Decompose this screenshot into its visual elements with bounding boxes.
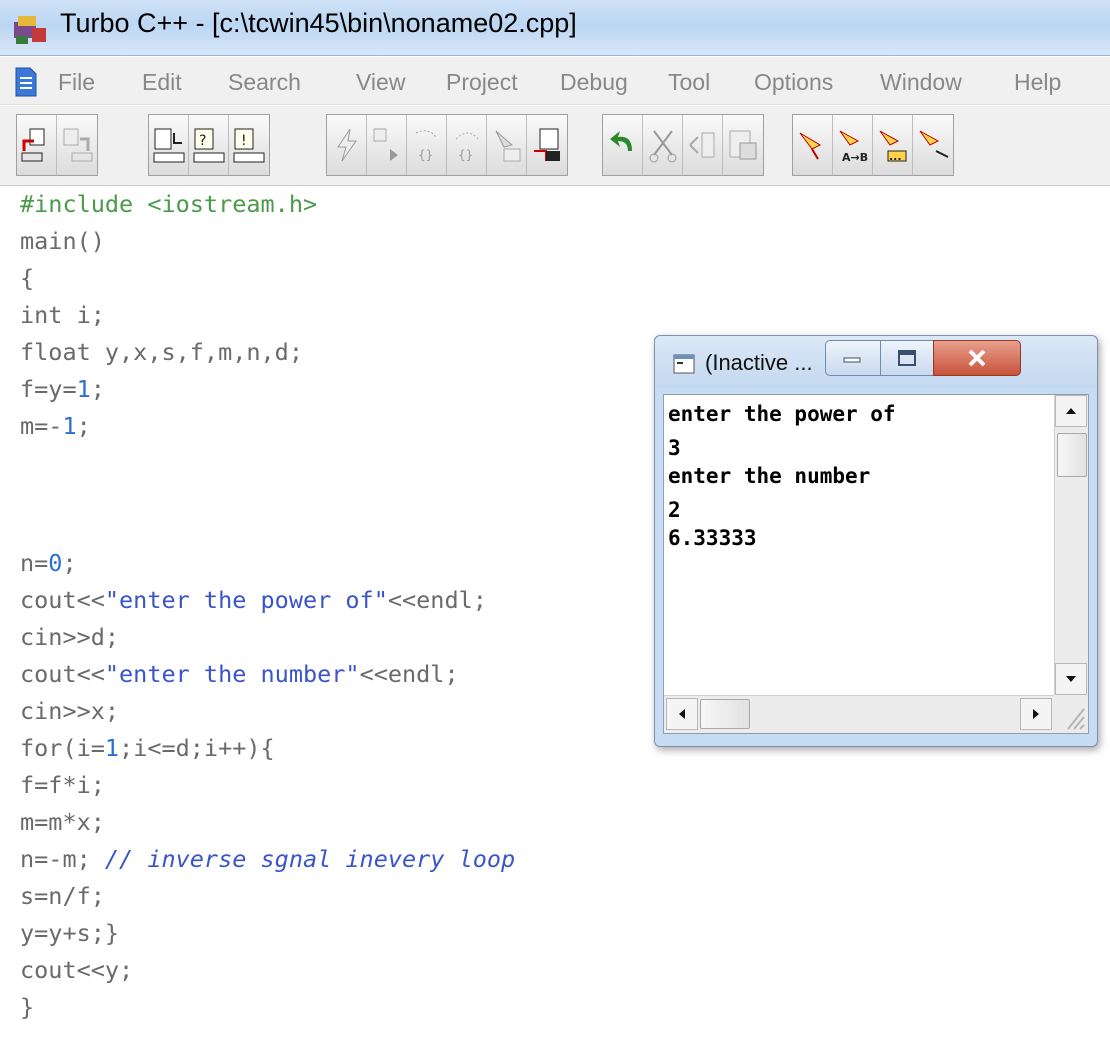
code-line: n=0; [20, 549, 77, 577]
svg-text:!: ! [241, 133, 247, 149]
code-line: cin>>x; [20, 697, 120, 725]
evaluate-icon[interactable] [527, 115, 567, 175]
horizontal-scroll-thumb[interactable] [700, 699, 750, 729]
console-title: (Inactive ... [705, 350, 813, 375]
toolbar-group-edit [602, 114, 764, 176]
svg-text:...: ... [889, 150, 902, 163]
toolbar-group-compile: ? ! [148, 114, 270, 176]
replace-icon[interactable]: A→B [833, 115, 873, 175]
trace-icon[interactable]: {} [407, 115, 447, 175]
document-icon[interactable] [14, 67, 38, 97]
window-title: Turbo C++ - [c:\tcwin45\bin\noname02.cpp… [60, 8, 577, 38]
menu-window[interactable]: Window [880, 69, 962, 96]
make-icon[interactable]: ? [189, 115, 229, 175]
menu-view[interactable]: View [356, 69, 405, 96]
menu-tool[interactable]: Tool [668, 69, 710, 96]
code-line: for(i=1;i<=d;i++){ [20, 734, 275, 762]
build-icon[interactable]: ! [229, 115, 269, 175]
close-project-icon[interactable] [57, 115, 97, 175]
arrow-down-icon [1066, 676, 1076, 682]
svg-text:{}: {} [418, 148, 433, 162]
menu-file[interactable]: File [58, 69, 95, 96]
toolbar-group-search: A→B ... [792, 114, 954, 176]
horizontal-scrollbar[interactable] [664, 695, 1056, 733]
close-button[interactable] [933, 340, 1021, 376]
copy-icon[interactable] [683, 115, 723, 175]
svg-text:?: ? [199, 133, 206, 149]
code-line: m=m*x; [20, 808, 105, 836]
menu-options[interactable]: Options [754, 69, 833, 96]
scroll-left-button[interactable] [666, 698, 698, 730]
toolbar-group-debug: {} {} [326, 114, 568, 176]
toolbar-group-project [16, 114, 98, 176]
code-line: { [20, 264, 35, 292]
console-line: 6.33333 [668, 526, 757, 550]
code-line: cout<<"enter the number"<<endl; [20, 660, 459, 688]
browse-icon[interactable] [913, 115, 953, 175]
scroll-right-button[interactable] [1020, 698, 1052, 730]
console-window[interactable]: (Inactive ... enter the power of 3 enter… [654, 335, 1098, 747]
cut-icon[interactable] [643, 115, 683, 175]
code-line: n=-m; // inverse sgnal inevery loop [20, 845, 516, 873]
menu-debug[interactable]: Debug [560, 69, 628, 96]
scroll-down-button[interactable] [1055, 663, 1087, 695]
vertical-scrollbar[interactable] [1054, 395, 1088, 697]
step-into-icon[interactable] [367, 115, 407, 175]
menu-edit[interactable]: Edit [142, 69, 182, 96]
title-bar: Turbo C++ - [c:\tcwin45\bin\noname02.cpp… [0, 0, 1110, 56]
search-again-icon[interactable]: ... [873, 115, 913, 175]
code-line: f=f*i; [20, 771, 105, 799]
code-line: cin>>d; [20, 623, 120, 651]
console-output-area[interactable]: enter the power of 3 enter the number 2 … [663, 394, 1089, 734]
search-icon[interactable] [793, 115, 833, 175]
code-line: m=-1; [20, 412, 91, 440]
console-line: enter the power of [668, 402, 896, 426]
menu-help[interactable]: Help [1014, 69, 1061, 96]
svg-text:A→B: A→B [842, 151, 868, 164]
maximize-icon [898, 350, 916, 366]
arrow-right-icon [1033, 709, 1039, 719]
toolbar: ? ! {} {} A→B ... [0, 106, 1110, 186]
console-icon [673, 354, 695, 374]
arrow-left-icon [679, 709, 685, 719]
step-over-icon[interactable]: {} [447, 115, 487, 175]
inspect-icon[interactable] [487, 115, 527, 175]
open-project-icon[interactable] [17, 115, 57, 175]
code-line: cout<<"enter the power of"<<endl; [20, 586, 487, 614]
code-line: #include <iostream.h> [20, 190, 318, 218]
close-icon [968, 349, 986, 367]
paste-icon[interactable] [723, 115, 763, 175]
code-line: f=y=1; [20, 375, 105, 403]
minimize-button[interactable] [825, 340, 881, 376]
lightning-icon[interactable] [327, 115, 367, 175]
code-line: float y,x,s,f,m,n,d; [20, 338, 303, 366]
turbo-cpp-icon [14, 16, 46, 44]
code-line: } [20, 993, 35, 1021]
console-line: 2 [668, 498, 681, 522]
undo-icon[interactable] [603, 115, 643, 175]
menu-project[interactable]: Project [446, 69, 518, 96]
code-line: cout<<y; [20, 956, 134, 984]
compile-icon[interactable] [149, 115, 189, 175]
svg-text:{}: {} [458, 148, 473, 162]
code-line: y=y+s;} [20, 919, 120, 947]
resize-grip[interactable] [1054, 695, 1088, 733]
vertical-scroll-thumb[interactable] [1057, 433, 1087, 477]
menu-search[interactable]: Search [228, 69, 301, 96]
scroll-up-button[interactable] [1055, 395, 1087, 427]
console-line: 3 [668, 436, 681, 460]
code-line: int i; [20, 301, 105, 329]
minimize-icon [843, 357, 861, 363]
code-line: main() [20, 227, 105, 255]
code-line: s=n/f; [20, 882, 105, 910]
maximize-button[interactable] [880, 340, 934, 376]
console-title-bar[interactable]: (Inactive ... [655, 336, 1097, 388]
resize-grip-icon [1067, 708, 1085, 730]
arrow-up-icon [1066, 408, 1076, 414]
console-line: enter the number [668, 464, 871, 488]
menu-bar: File Edit Search View Project Debug Tool… [0, 57, 1110, 105]
